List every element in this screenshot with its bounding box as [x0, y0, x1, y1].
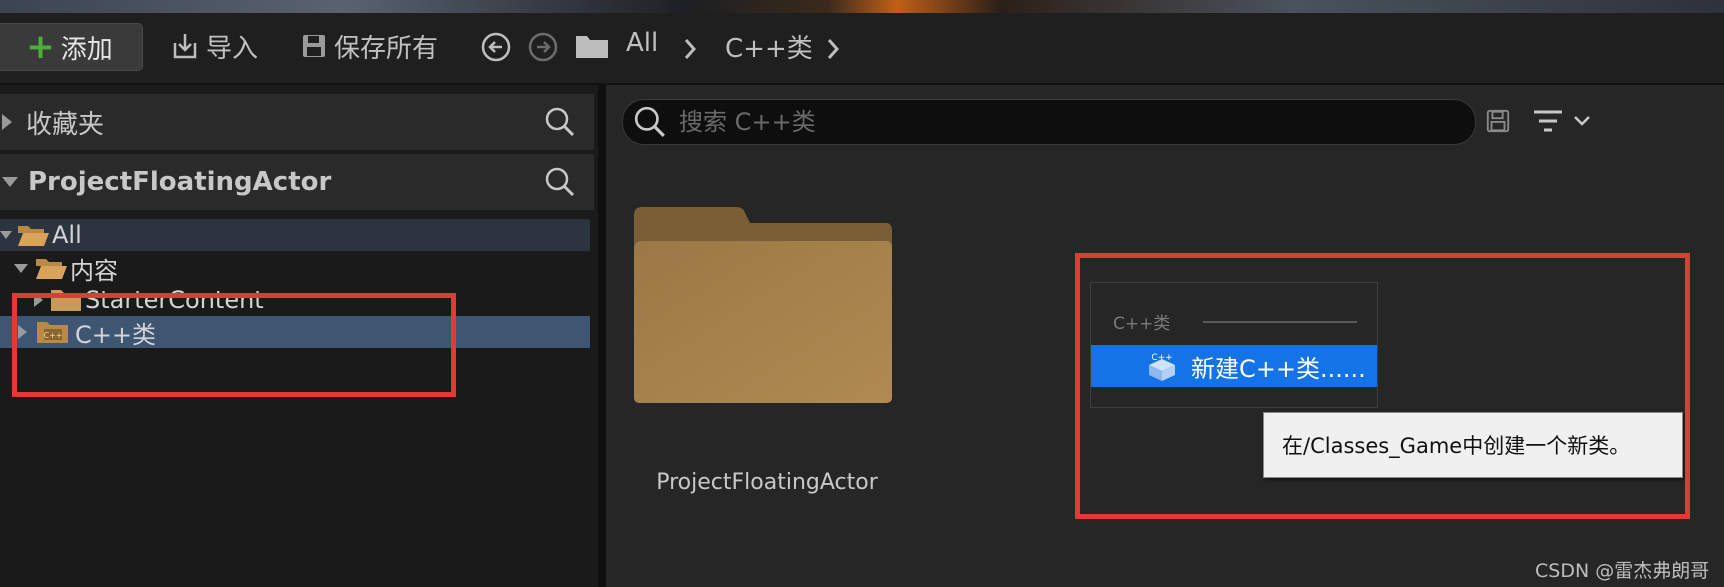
- tree-item-label: 内容: [70, 256, 118, 285]
- collapse-arrow-icon: [14, 263, 28, 273]
- save-all-button[interactable]: 保存所有: [300, 26, 438, 66]
- folder-thumbnail-icon: [634, 207, 892, 403]
- folder-name: ProjectFloatingActor: [656, 470, 878, 495]
- folder-tile[interactable]: [632, 205, 894, 405]
- favorites-label: 收藏夹: [26, 109, 105, 140]
- collapse-arrow-icon: [2, 177, 18, 187]
- watermark: CSDN @雷杰弗朗哥: [1535, 560, 1710, 582]
- back-arrow-icon[interactable]: [480, 31, 512, 63]
- add-button-label: 添加: [60, 34, 113, 65]
- panel-splitter[interactable]: [598, 85, 606, 587]
- project-header[interactable]: ProjectFloatingActor: [0, 154, 594, 210]
- import-icon: [173, 34, 197, 59]
- breadcrumb-all[interactable]: All: [626, 28, 658, 58]
- import-label: 导入: [206, 33, 259, 64]
- collapse-arrow-icon: [0, 231, 12, 239]
- folder-icon: [576, 36, 608, 58]
- save-search-icon[interactable]: [1485, 108, 1511, 134]
- open-folder-icon: [36, 259, 67, 279]
- save-all-label: 保存所有: [334, 33, 439, 64]
- tree-item-content[interactable]: 内容: [14, 252, 118, 285]
- breadcrumb-cpp-classes[interactable]: C++类: [725, 28, 813, 65]
- tree-item-all[interactable]: All: [0, 219, 590, 251]
- chevron-right-icon[interactable]: [825, 37, 841, 61]
- import-button[interactable]: 导入: [170, 26, 258, 66]
- expand-arrow-icon: [2, 114, 12, 130]
- favorites-header[interactable]: 收藏夹: [0, 94, 594, 150]
- project-label: ProjectFloatingActor: [28, 167, 332, 197]
- forward-arrow-icon[interactable]: [527, 31, 559, 63]
- viewport-strip: [0, 0, 1724, 13]
- annotation-box-menu: [1075, 253, 1690, 519]
- add-button[interactable]: + 添加: [0, 23, 143, 71]
- search-input[interactable]: [677, 107, 1461, 137]
- chevron-down-icon: [1574, 116, 1590, 126]
- search-icon: [634, 106, 665, 137]
- chevron-right-icon: [684, 39, 697, 59]
- tree-item-label: All: [52, 221, 82, 249]
- content-browser-toolbar: + 添加 导入 保存所有 All C++类: [0, 13, 1724, 85]
- search-bar[interactable]: [622, 99, 1476, 145]
- filter-icon: [1534, 110, 1562, 132]
- filter-dropdown[interactable]: [1532, 108, 1596, 136]
- save-icon: [303, 35, 325, 57]
- annotation-box-tree: [12, 293, 456, 397]
- search-icon[interactable]: [544, 106, 576, 138]
- plus-icon: +: [26, 27, 55, 67]
- search-icon[interactable]: [544, 166, 576, 198]
- open-folder-icon: [18, 226, 49, 246]
